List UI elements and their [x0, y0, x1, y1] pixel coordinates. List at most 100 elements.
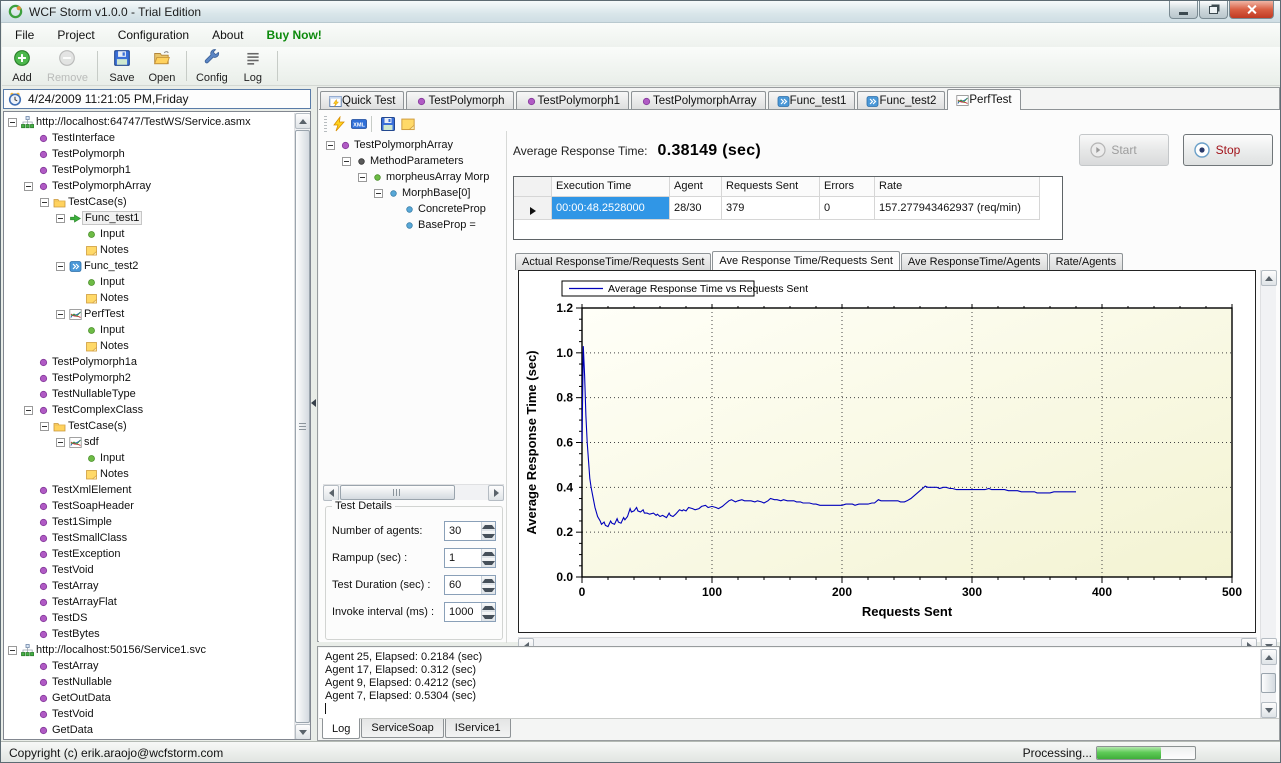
collapse-toggle[interactable]: [40, 198, 49, 207]
spin-down-button[interactable]: [482, 612, 495, 621]
tree-item[interactable]: TestException: [4, 546, 293, 562]
spin-up-button[interactable]: [482, 522, 495, 531]
grid-column-header[interactable]: Agent: [670, 177, 722, 197]
service-tree-scrollbar[interactable]: [294, 113, 310, 740]
tree-item[interactable]: http://localhost:50156/Service1.svc: [4, 642, 293, 658]
tree-item[interactable]: TestInterface: [4, 130, 293, 146]
collapse-toggle[interactable]: [56, 310, 65, 319]
spin-up-button[interactable]: [482, 576, 495, 585]
spinbox-rampup-sec-[interactable]: 1: [444, 548, 496, 568]
grid-cell[interactable]: 0: [820, 197, 875, 220]
tree-item[interactable]: GetData: [4, 722, 293, 738]
tree-item[interactable]: TestPolymorph1: [4, 162, 293, 178]
tree-item[interactable]: TestComplexClass: [4, 402, 293, 418]
tree-item[interactable]: sdf: [4, 434, 293, 450]
chart-tab-rate-agents[interactable]: Rate/Agents: [1049, 253, 1124, 270]
tab-func-test1[interactable]: Func_test1: [768, 91, 856, 110]
scroll-left-button[interactable]: [323, 485, 339, 501]
menu-item-configuration[interactable]: Configuration: [108, 24, 199, 46]
tab-testpolymorph1[interactable]: TestPolymorph1: [516, 91, 629, 110]
collapse-toggle[interactable]: [342, 157, 351, 166]
tree-item[interactable]: TestVoid: [4, 562, 293, 578]
collapse-toggle[interactable]: [56, 214, 65, 223]
tree-item[interactable]: Input: [4, 226, 293, 242]
chart-tab-actual-responsetime-requests-sent[interactable]: Actual ResponseTime/Requests Sent: [515, 253, 711, 270]
spin-up-button[interactable]: [482, 603, 495, 612]
spin-up-button[interactable]: [482, 549, 495, 558]
tree-item[interactable]: Notes: [4, 242, 293, 258]
chart-vertical-scrollbar[interactable]: [1260, 270, 1276, 654]
tree-item[interactable]: TestNullable: [4, 674, 293, 690]
tree-item[interactable]: http://localhost:64747/TestWS/Service.as…: [4, 114, 293, 130]
spinbox-invoke-interval-ms-[interactable]: 1000: [444, 602, 496, 622]
scroll-thumb[interactable]: [340, 485, 455, 500]
grid-column-header[interactable]: Requests Sent: [722, 177, 820, 197]
scroll-up-button[interactable]: [1261, 649, 1277, 665]
tree-item[interactable]: TestPolymorph1a: [4, 354, 293, 370]
tree-item[interactable]: TestArrayFlat: [4, 594, 293, 610]
scroll-down-button[interactable]: [1261, 702, 1277, 718]
tree-item[interactable]: TestVoid: [4, 706, 293, 722]
restore-button[interactable]: [1199, 1, 1228, 19]
tab-testpolymorph[interactable]: TestPolymorph: [406, 91, 513, 110]
tree-item[interactable]: Notes: [4, 338, 293, 354]
tree-item[interactable]: TestPolymorph: [4, 146, 293, 162]
collapse-toggle[interactable]: [56, 438, 65, 447]
log-tab-servicesoap[interactable]: ServiceSoap: [361, 719, 443, 738]
open-button[interactable]: Open: [142, 47, 182, 85]
tree-item[interactable]: Input: [4, 322, 293, 338]
collapse-toggle[interactable]: [56, 262, 65, 271]
chart-tab-ave-response-time-requests-sent[interactable]: Ave Response Time/Requests Sent: [712, 251, 899, 270]
spinbox-value[interactable]: 30: [445, 522, 481, 540]
tree-item[interactable]: Notes: [4, 466, 293, 482]
parameter-tree-item[interactable]: MethodParameters: [322, 153, 505, 169]
tree-item[interactable]: Input: [4, 274, 293, 290]
menu-item-project[interactable]: Project: [47, 24, 104, 46]
parameter-tree-item[interactable]: morpheusArray Morp: [322, 169, 505, 185]
grid-column-header[interactable]: Rate: [875, 177, 1040, 197]
tree-item[interactable]: TestSmallClass: [4, 530, 293, 546]
grid-data-row[interactable]: 00:00:48.252800028/303790157.27794346293…: [514, 197, 1062, 220]
scroll-up-button[interactable]: [295, 113, 311, 129]
close-button[interactable]: [1229, 1, 1274, 19]
tree-item[interactable]: TestNullableType: [4, 386, 293, 402]
save-button[interactable]: Save: [102, 47, 142, 85]
log-button[interactable]: Log: [233, 47, 273, 85]
spinbox-value[interactable]: 1: [445, 549, 481, 567]
grid-cell[interactable]: 379: [722, 197, 820, 220]
log-tab-iservice1[interactable]: IService1: [445, 719, 511, 738]
log-scrollbar[interactable]: [1260, 649, 1276, 718]
tree-item[interactable]: TestXmlElement: [4, 482, 293, 498]
tab-quick-test[interactable]: Quick Test: [320, 91, 404, 110]
grid-column-header[interactable]: Errors: [820, 177, 875, 197]
tree-item[interactable]: TestArray: [4, 578, 293, 594]
scroll-thumb[interactable]: [295, 130, 310, 723]
grid-column-header[interactable]: Execution Time: [552, 177, 670, 197]
parameter-tree-item[interactable]: ConcreteProp: [322, 201, 505, 217]
collapse-toggle[interactable]: [326, 141, 335, 150]
menu-item-file[interactable]: File: [5, 24, 44, 46]
grid-cell[interactable]: 00:00:48.2528000: [552, 197, 670, 220]
spin-down-button[interactable]: [482, 531, 495, 540]
add-button[interactable]: Add: [2, 47, 42, 85]
parameter-tree-item[interactable]: TestPolymorphArray: [322, 137, 505, 153]
tree-item[interactable]: TestCase(s): [4, 194, 293, 210]
splitter-grip[interactable]: [311, 399, 316, 407]
tree-item[interactable]: Func_test1: [4, 210, 293, 226]
tree-item[interactable]: GetOutData: [4, 690, 293, 706]
minimize-button[interactable]: [1169, 1, 1198, 19]
spin-down-button[interactable]: [482, 558, 495, 567]
collapse-toggle[interactable]: [24, 406, 33, 415]
grid-cell[interactable]: 28/30: [670, 197, 722, 220]
tree-item[interactable]: Func_test2: [4, 258, 293, 274]
spinbox-test-duration-sec-[interactable]: 60: [444, 575, 496, 595]
spinbox-number-of-agents-[interactable]: 30: [444, 521, 496, 541]
scroll-thumb[interactable]: [1261, 673, 1276, 693]
parameter-scrollbar[interactable]: [323, 484, 504, 500]
tree-item[interactable]: Test1Simple: [4, 514, 293, 530]
tree-item[interactable]: TestPolymorphArray: [4, 178, 293, 194]
grid-cell[interactable]: 157.277943462937 (req/min): [875, 197, 1040, 220]
scroll-right-button[interactable]: [488, 485, 504, 501]
collapse-toggle[interactable]: [358, 173, 367, 182]
tree-item[interactable]: Input: [4, 450, 293, 466]
